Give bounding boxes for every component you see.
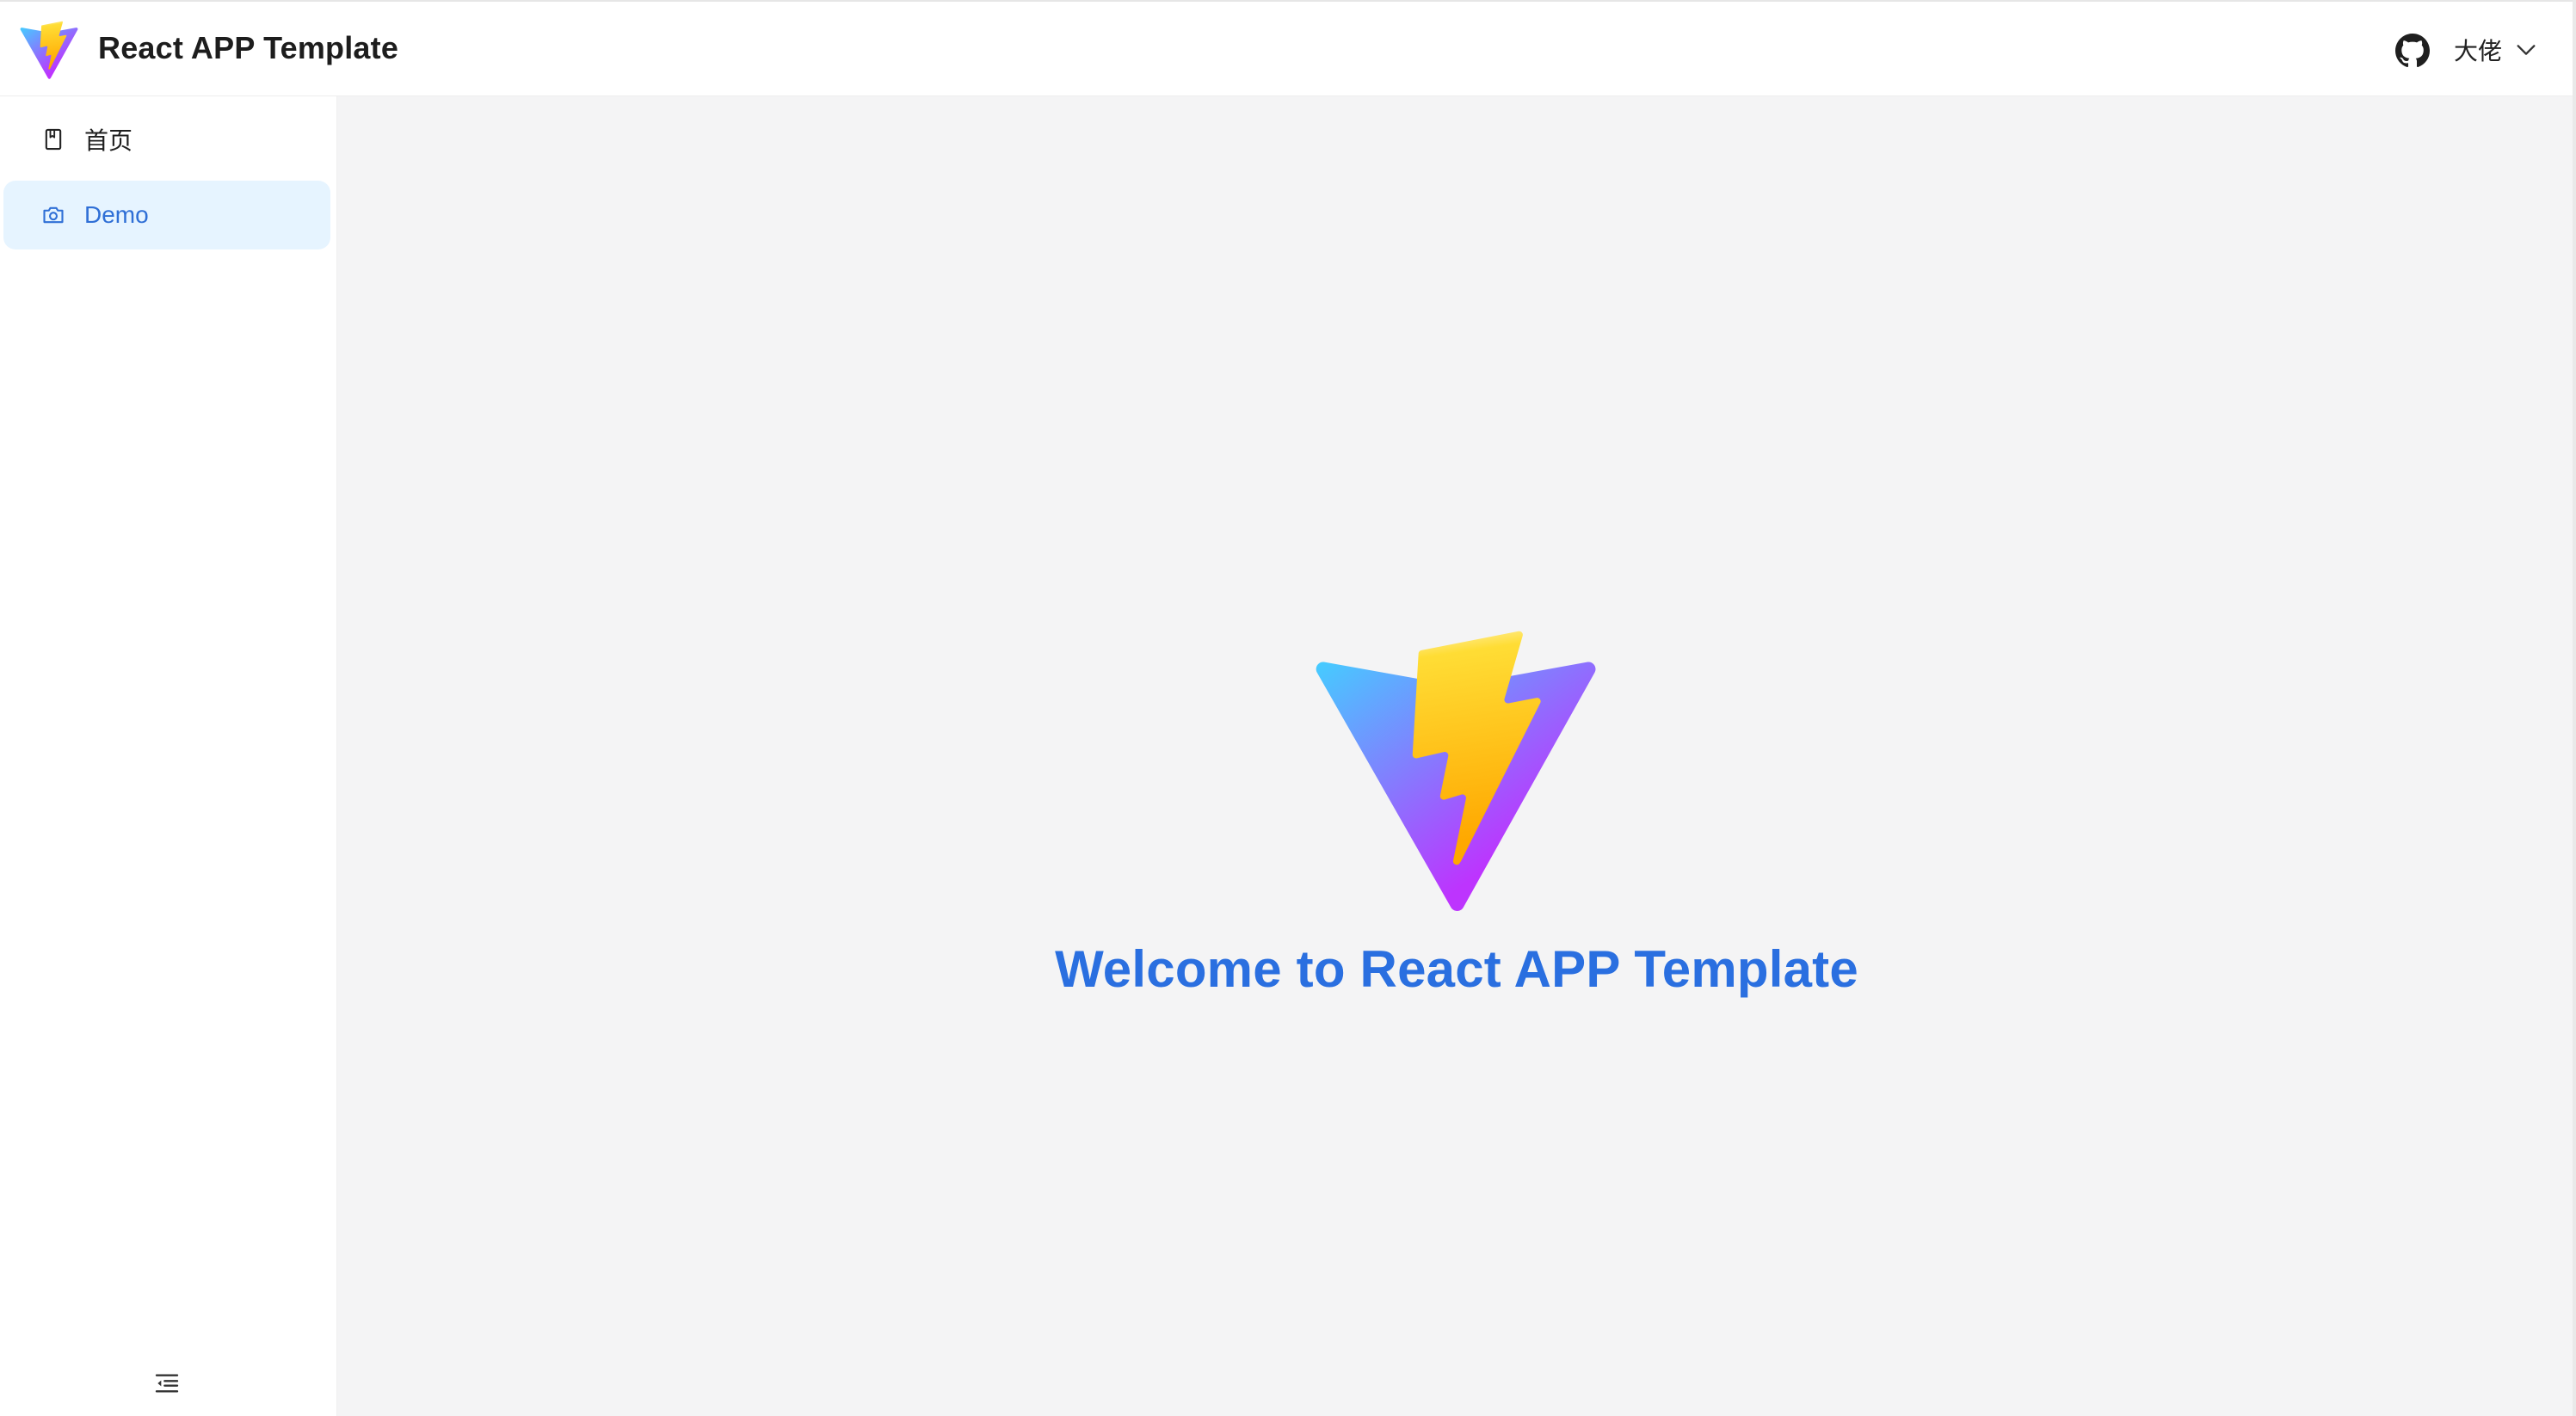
- app-title: React APP Template: [98, 30, 399, 65]
- camera-icon: [43, 206, 64, 224]
- sidebar-item-label: 首页: [84, 126, 133, 155]
- sidebar-item-demo[interactable]: Demo: [3, 181, 330, 249]
- window-edge: [2573, 0, 2576, 1416]
- vite-logo-icon: [1310, 628, 1602, 920]
- menu-fold-icon[interactable]: [153, 1370, 181, 1397]
- vite-logo-icon[interactable]: [19, 21, 79, 81]
- sidebar-item-home[interactable]: 首页: [3, 105, 330, 174]
- sidebar: 首页 Demo: [0, 96, 337, 1416]
- github-icon[interactable]: [2395, 34, 2430, 68]
- top-header: React APP Template 大佬: [0, 0, 2576, 96]
- user-name: 大佬: [2454, 37, 2503, 65]
- sidebar-item-label: Demo: [84, 201, 149, 228]
- welcome-heading: Welcome to React APP Template: [1055, 940, 1858, 998]
- chevron-down-icon: [2517, 45, 2536, 55]
- user-menu-dropdown[interactable]: 大佬: [2454, 26, 2538, 74]
- main-content: Welcome to React APP Template: [337, 96, 2576, 1416]
- book-icon: [45, 128, 62, 151]
